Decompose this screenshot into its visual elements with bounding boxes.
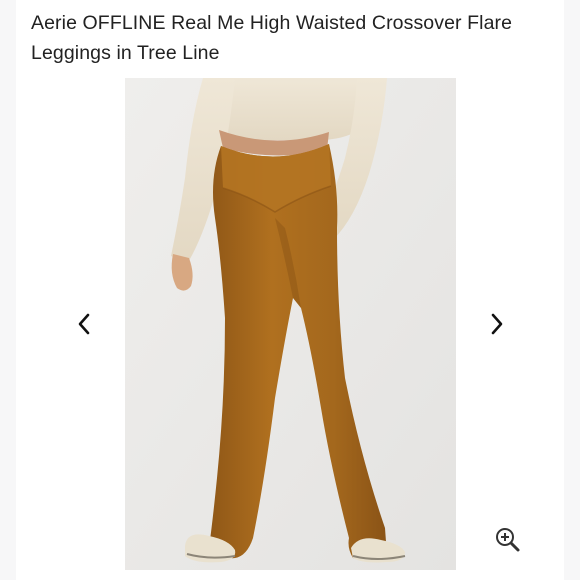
- chevron-right-icon: [491, 313, 503, 335]
- previous-image-button[interactable]: [67, 306, 101, 342]
- product-page: Aerie OFFLINE Real Me High Waisted Cross…: [0, 0, 580, 580]
- product-title: Aerie OFFLINE Real Me High Waisted Cross…: [31, 12, 513, 64]
- page-gutter-right: [564, 0, 580, 580]
- page-gutter-left: [0, 0, 16, 580]
- chevron-left-icon: [78, 313, 90, 335]
- product-image[interactable]: [125, 78, 456, 570]
- zoom-button[interactable]: [490, 522, 524, 556]
- zoom-in-icon: [495, 527, 521, 553]
- next-image-button[interactable]: [480, 306, 514, 342]
- leggings-photo: [125, 78, 456, 570]
